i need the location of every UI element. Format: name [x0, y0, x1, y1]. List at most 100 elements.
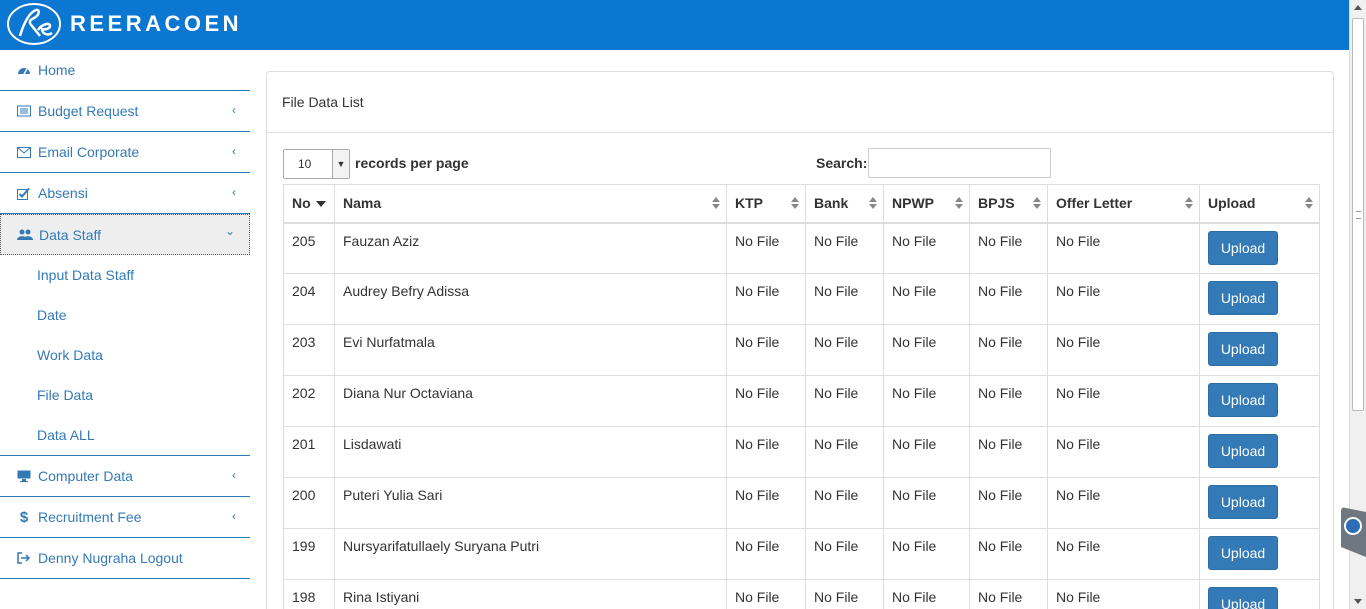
cell-npwp: No File	[883, 324, 970, 376]
column-header-offer-letter[interactable]: Offer Letter	[1047, 184, 1200, 224]
column-header-npwp[interactable]: NPWP	[883, 184, 970, 224]
cell-npwp: No File	[883, 477, 970, 529]
cell-nama: Nursyarifatullaely Suryana Putri	[334, 528, 727, 580]
dollar-icon: $	[19, 508, 29, 526]
sidebar-item-email-corporate[interactable]: Email Corporate ‹	[0, 132, 250, 173]
teamviewer-icon	[1344, 517, 1362, 535]
cell-bpjs: No File	[969, 375, 1048, 427]
brand[interactable]: REERACOEN	[6, 2, 242, 46]
table-row: 198 Rina Istiyani No File No File No Fil…	[283, 579, 1320, 609]
search-input[interactable]	[868, 148, 1051, 178]
cell-bank: No File	[805, 528, 884, 580]
cell-npwp: No File	[883, 375, 970, 427]
column-header-bank[interactable]: Bank	[805, 184, 884, 224]
chevron-left-icon: ‹	[232, 144, 236, 158]
cell-bpjs: No File	[969, 426, 1048, 478]
sidebar-item-label: Home	[38, 62, 76, 78]
sidebar-item-recruitment-fee[interactable]: $ Recruitment Fee ‹	[0, 497, 250, 538]
scroll-down-arrow-icon[interactable]	[1354, 599, 1362, 604]
cell-bank: No File	[805, 222, 884, 274]
chevron-left-icon: ‹	[232, 509, 236, 523]
cell-no: 204	[283, 273, 335, 325]
table-row: 205 Fauzan Aziz No File No File No File …	[283, 222, 1320, 274]
cell-npwp: No File	[883, 528, 970, 580]
dropdown-arrow-icon[interactable]: ▼	[332, 150, 349, 178]
sidebar-item-computer-data[interactable]: Computer Data ‹	[0, 456, 250, 497]
column-header-bpjs[interactable]: BPJS	[969, 184, 1048, 224]
sidebar-submenu-data-staff: Input Data Staff Date Work Data File Dat…	[0, 255, 250, 456]
chevron-left-icon: ‹	[232, 103, 236, 117]
cell-ktp: No File	[726, 579, 806, 609]
upload-button[interactable]: Upload	[1208, 281, 1278, 315]
upload-button[interactable]: Upload	[1208, 230, 1278, 265]
sidebar-item-budget-request[interactable]: Budget Request ‹	[0, 91, 250, 132]
cell-offer-letter: No File	[1047, 426, 1200, 478]
cell-no: 205	[283, 222, 335, 274]
sidebar-item-label: Email Corporate	[38, 144, 140, 160]
upload-button[interactable]: Upload	[1208, 587, 1278, 609]
page-length-select[interactable]: 10 ▼	[283, 149, 350, 179]
page-length-label: records per page	[355, 155, 469, 171]
table-controls: 10 ▼ records per page Search:	[283, 148, 1319, 180]
sidebar-subitem-work-data[interactable]: Work Data	[0, 335, 250, 375]
cell-offer-letter: No File	[1047, 579, 1200, 609]
cell-upload: Upload	[1199, 477, 1320, 529]
sort-icon	[955, 197, 963, 209]
cell-offer-letter: No File	[1047, 222, 1200, 274]
users-icon	[17, 227, 33, 243]
cell-nama: Fauzan Aziz	[334, 222, 727, 274]
cell-upload: Upload	[1199, 426, 1320, 478]
cell-no: 201	[283, 426, 335, 478]
cell-no: 202	[283, 375, 335, 427]
table-row: 204 Audrey Befry Adissa No File No File …	[283, 273, 1320, 325]
chevron-left-icon: ‹	[232, 185, 236, 199]
sidebar-item-data-staff[interactable]: Data Staff ⌄	[0, 214, 250, 255]
cell-bpjs: No File	[969, 579, 1048, 609]
column-header-ktp[interactable]: KTP	[726, 184, 806, 224]
chevron-down-icon: ⌄	[224, 224, 235, 238]
sidebar-item-label: Denny Nugraha Logout	[38, 550, 183, 566]
sidebar-subitem-input-data-staff[interactable]: Input Data Staff	[0, 255, 250, 295]
sort-icon	[1033, 197, 1041, 209]
cell-bpjs: No File	[969, 273, 1048, 325]
scroll-up-arrow-icon[interactable]	[1354, 5, 1362, 10]
cell-ktp: No File	[726, 222, 806, 274]
sidebar-item-logout[interactable]: Denny Nugraha Logout	[0, 538, 250, 579]
sidebar-subitem-data-all[interactable]: Data ALL	[0, 415, 250, 455]
upload-button[interactable]: Upload	[1208, 383, 1278, 417]
brand-name: REERACOEN	[70, 11, 243, 36]
teamviewer-widget[interactable]	[1341, 507, 1366, 557]
sidebar-item-absensi[interactable]: Absensi ‹	[0, 173, 250, 214]
sort-icon	[791, 197, 799, 209]
column-header-nama[interactable]: Nama	[334, 184, 727, 224]
cell-npwp: No File	[883, 273, 970, 325]
cell-ktp: No File	[726, 477, 806, 529]
sidebar-subitem-file-data[interactable]: File Data	[0, 375, 250, 415]
sort-icon	[1305, 197, 1313, 209]
cell-offer-letter: No File	[1047, 324, 1200, 376]
sidebar: Home Budget Request ‹ Email Corporate ‹ …	[0, 50, 250, 609]
cell-bpjs: No File	[969, 528, 1048, 580]
sort-desc-icon	[315, 201, 326, 208]
scrollbar-thumb[interactable]	[1352, 18, 1364, 411]
sidebar-subitem-date[interactable]: Date	[0, 295, 250, 335]
cell-ktp: No File	[726, 375, 806, 427]
sidebar-item-label: Absensi	[38, 185, 88, 201]
upload-button[interactable]: Upload	[1208, 485, 1278, 519]
cell-ktp: No File	[726, 528, 806, 580]
cell-offer-letter: No File	[1047, 273, 1200, 325]
cell-nama: Evi Nurfatmala	[334, 324, 727, 376]
upload-button[interactable]: Upload	[1208, 332, 1278, 366]
logout-icon	[16, 550, 32, 566]
cell-bpjs: No File	[969, 477, 1048, 529]
cell-offer-letter: No File	[1047, 477, 1200, 529]
sidebar-item-home[interactable]: Home	[0, 50, 250, 91]
sidebar-item-label: Data Staff	[39, 226, 102, 243]
column-header-upload[interactable]: Upload	[1199, 184, 1320, 224]
upload-button[interactable]: Upload	[1208, 434, 1278, 468]
page-length-value: 10	[298, 157, 312, 171]
search-label: Search:	[816, 155, 868, 171]
column-header-no[interactable]: No	[283, 184, 335, 224]
sort-icon	[712, 197, 720, 209]
upload-button[interactable]: Upload	[1208, 536, 1278, 570]
